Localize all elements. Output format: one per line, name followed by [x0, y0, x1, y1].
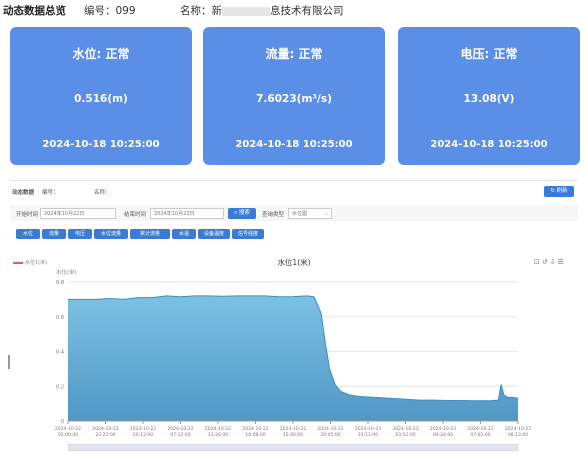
card-title: 流量: 正常 — [265, 47, 323, 61]
station-code: 编号：099 — [84, 5, 136, 17]
station-name: 名称：新 息技术有限公司 — [180, 5, 344, 17]
restore-icon[interactable]: ↺ — [542, 258, 550, 266]
card-title: 水位: 正常 — [72, 47, 130, 61]
page-title: 动态数据总览 — [3, 5, 66, 17]
field-code-label: 编号： — [42, 190, 59, 196]
start-time-input[interactable]: 2024年10月22日 — [40, 208, 116, 219]
chart-zoom-slider[interactable] — [68, 444, 518, 451]
chart-toolbox[interactable]: ⊡↺⇩☰ — [534, 258, 566, 266]
zoom-slider-handle[interactable] — [69, 445, 517, 450]
water-level-card: 水位: 正常 0.516(m) 2024-10-18 10:25:00 — [10, 27, 192, 165]
chevron-down-icon: ⌄ — [323, 211, 328, 217]
card-datetime: 2024-10-18 10:25:00 — [430, 139, 548, 150]
query-type-select[interactable]: 水位图 ⌄ — [288, 208, 332, 219]
card-datetime: 2024-10-18 10:25:00 — [42, 139, 160, 150]
end-time-input[interactable]: 2024年10月23日 — [150, 208, 224, 219]
zoom-icon[interactable]: ⊡ — [534, 258, 542, 266]
download-icon[interactable]: ⇩ — [550, 258, 558, 266]
flow-card: 流量: 正常 7.6023(m³/s) 2024-10-18 10:25:00 — [203, 27, 385, 165]
query-type-label: 查询类型 — [262, 212, 285, 218]
data-panel — [10, 180, 578, 459]
chip-flow[interactable]: 流量 — [42, 229, 66, 239]
card-datetime: 2024-10-18 10:25:00 — [235, 139, 353, 150]
refresh-button[interactable]: ↻ 刷新 — [544, 186, 574, 197]
search-button[interactable]: ⌕ 搜索 — [228, 208, 256, 219]
end-time-label: 结束时间 — [124, 212, 147, 218]
chip-water-level[interactable]: 水位 — [16, 229, 40, 239]
y-axis-label: 水位(米) — [56, 270, 77, 276]
chip-water-temp[interactable]: 水温 — [172, 229, 196, 239]
top-bar: 动态数据总览 编号：099 名称：新 息技术有限公司 — [0, 0, 588, 20]
data-view-icon[interactable]: ☰ — [558, 258, 566, 266]
card-value: 7.6023(m³/s) — [256, 93, 332, 105]
card-title: 电压: 正常 — [460, 47, 518, 61]
breadcrumb: 动态数据 — [12, 190, 35, 196]
voltage-card: 电压: 正常 13.08(V) 2024-10-18 10:25:00 — [398, 27, 580, 165]
field-name-label: 名称： — [94, 190, 111, 196]
card-value: 0.516(m) — [74, 93, 128, 105]
chip-device-temp[interactable]: 设备温度 — [198, 229, 230, 239]
chip-voltage[interactable]: 电压 — [68, 229, 92, 239]
chart-title: 水位1(米) — [277, 258, 311, 267]
card-value: 13.08(V) — [463, 93, 515, 105]
chip-signal[interactable]: 信号强度 — [232, 229, 264, 239]
chip-level-flow[interactable]: 水位流量 — [94, 229, 128, 239]
start-time-label: 开始时间 — [16, 212, 39, 218]
chip-cumulative-flow[interactable]: 累计流量 — [130, 229, 170, 239]
side-drag-handle[interactable] — [8, 355, 10, 369]
